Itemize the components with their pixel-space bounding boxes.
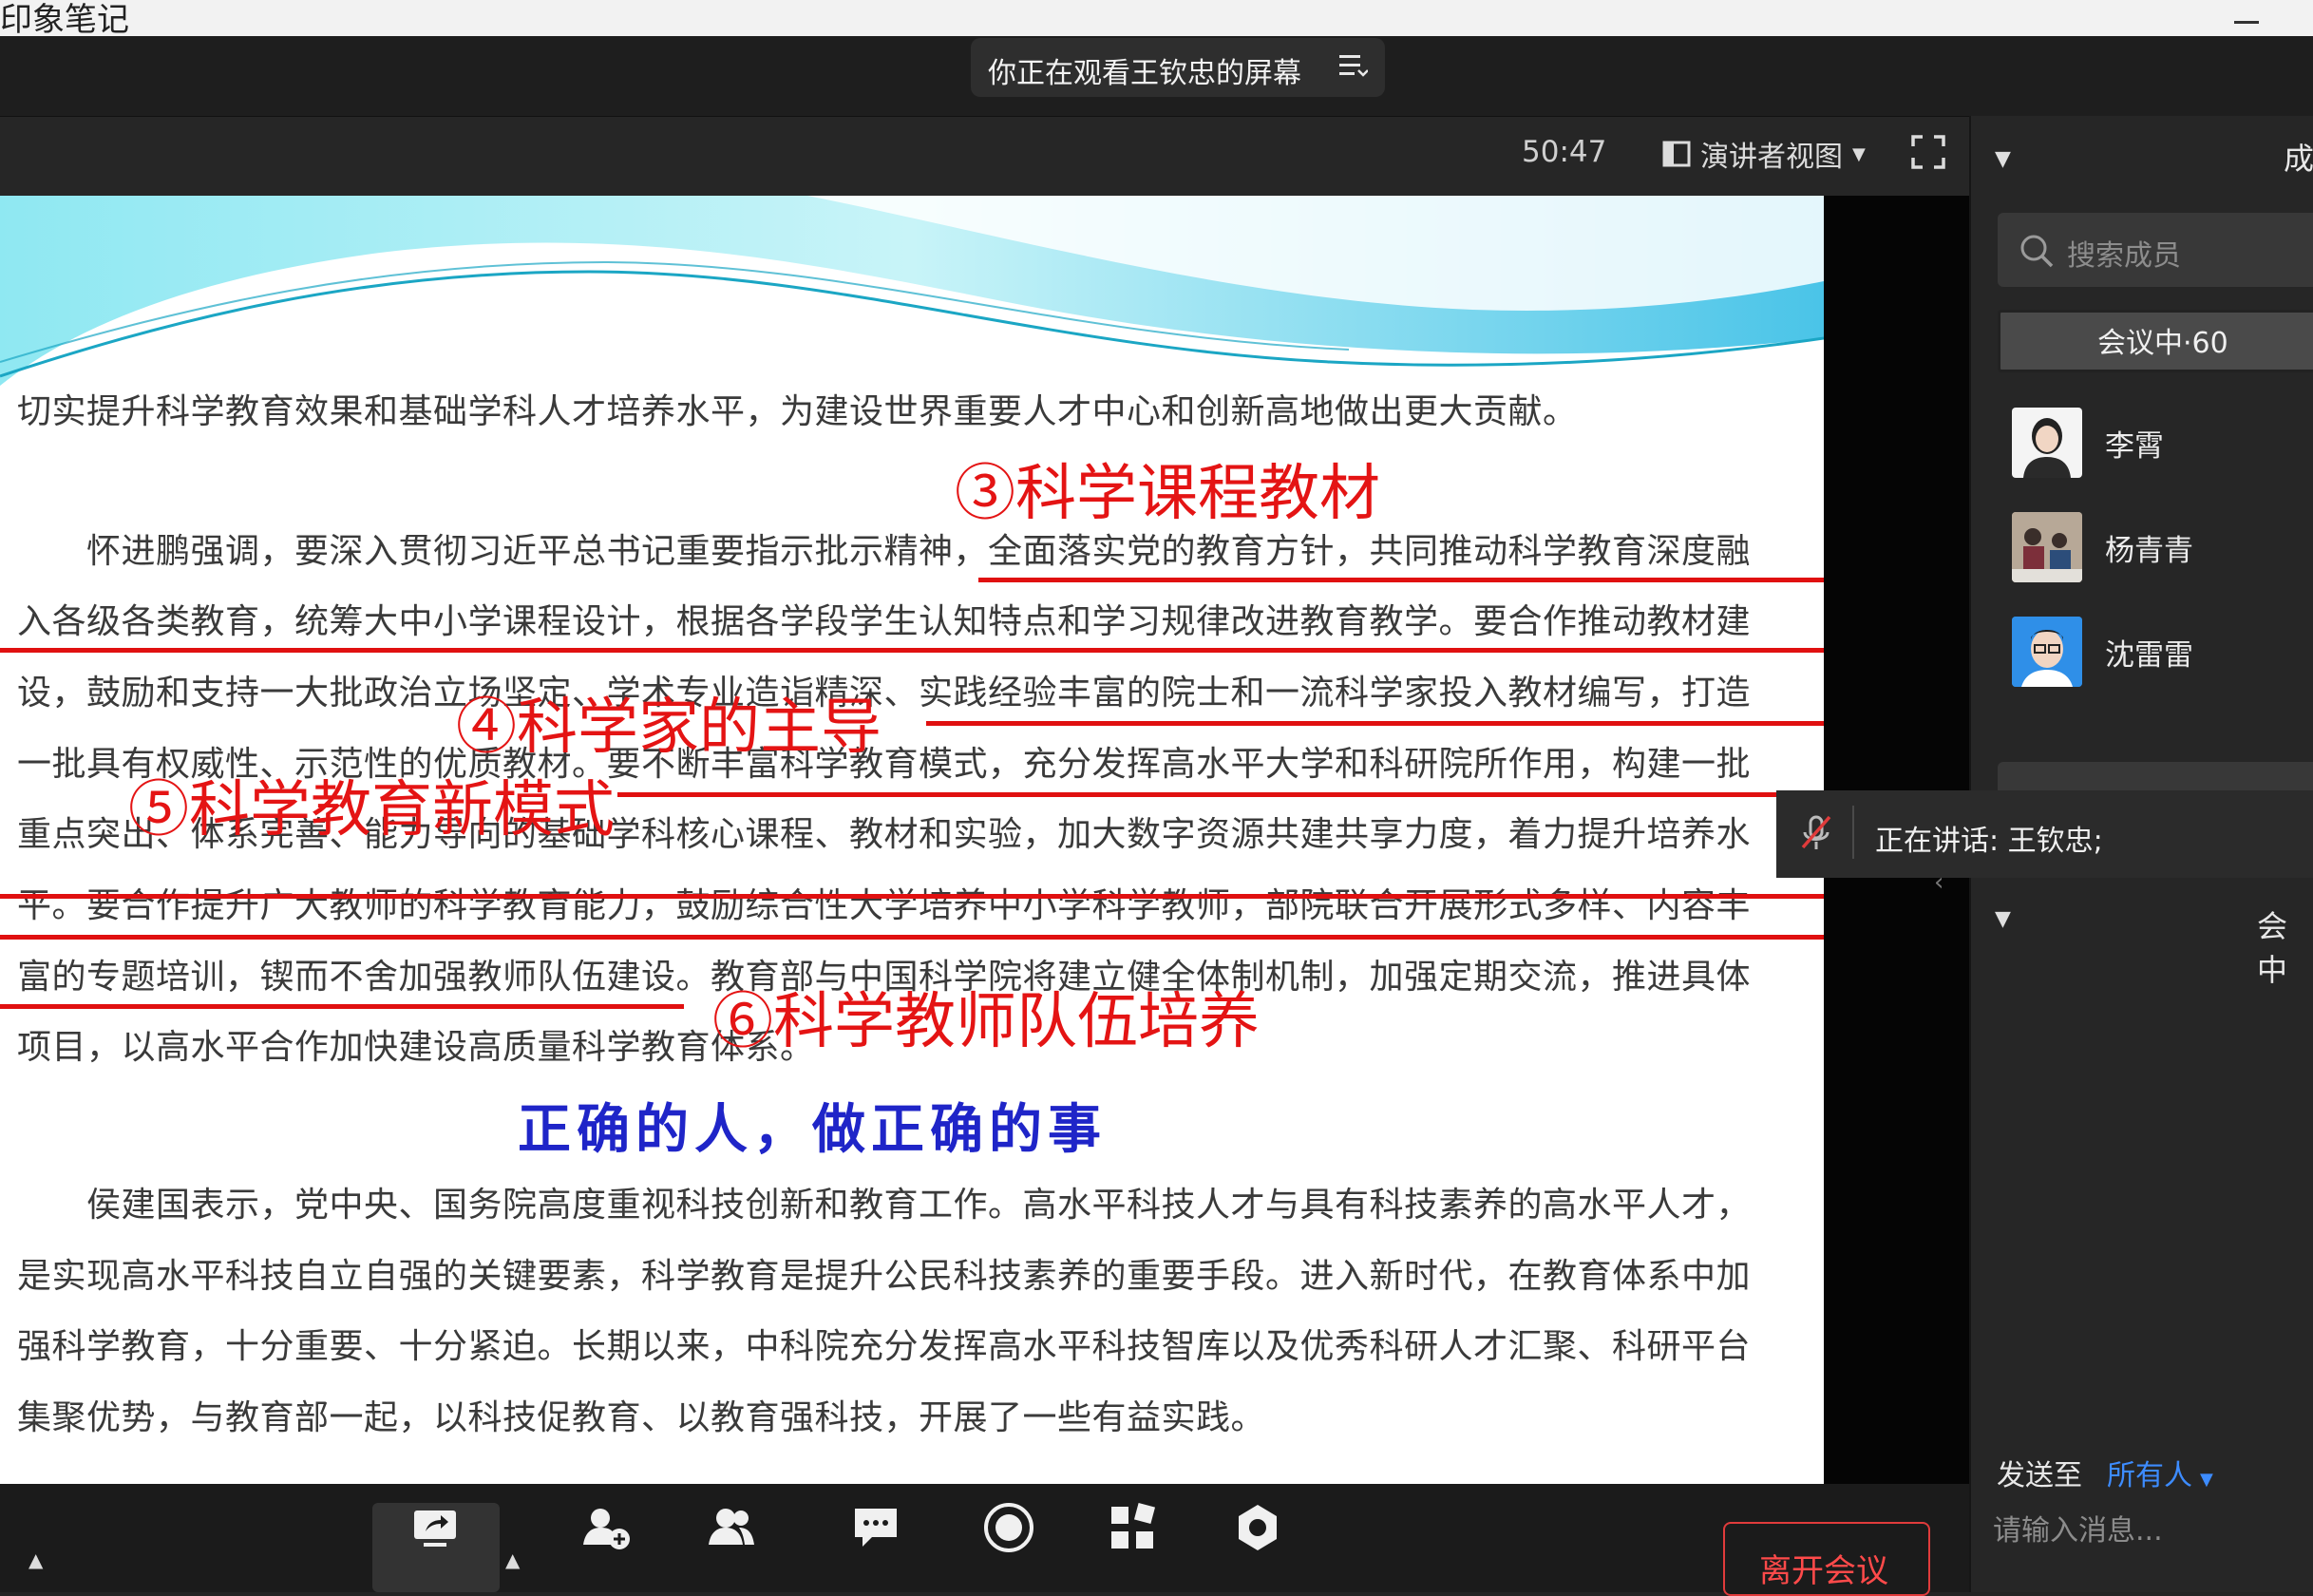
annotation-text: ③科学课程教材: [955, 459, 1380, 529]
slide-wave-decoration: [0, 196, 1824, 386]
slide-text-line: 入各级各类教育，统筹大中小学课程设计，根据各学段学生认知特点和学习规律改进教育教…: [17, 602, 1752, 641]
tab-in-meeting-label: 会议中·60: [2097, 327, 2228, 360]
slide-text-line: 是实现高水平科技自立自强的关键要素，科学教育是提升公民科技素养的重要手段。进入新…: [17, 1257, 1752, 1296]
invite-button[interactable]: [549, 1501, 663, 1592]
slide-text-line: 怀进鹏强调，要深入贯彻习近平总书记重要指示批示精神，全面落实党的教育方针，共同推…: [17, 532, 1752, 571]
shared-slide: 切实提升科学教育效果和基础学科人才培养水平，为建设世界重要人才中心和创新高地做出…: [0, 196, 1824, 1484]
send-target-label: 所有人: [2107, 1459, 2192, 1492]
send-to-label: 发送至: [1997, 1459, 2082, 1492]
annotation-underline: [0, 1004, 684, 1009]
record-button[interactable]: [952, 1501, 1066, 1592]
share-screen-button[interactable]: [378, 1501, 492, 1592]
member-name: 沈雷雷: [2105, 637, 2193, 673]
member-name: 杨青青: [2105, 533, 2193, 568]
slide-text-line: 平。要合作提升广大教师的科学教育能力，鼓励综合性大学培养中小学科学教师，部院联合…: [17, 886, 1752, 925]
collapse-caret-icon[interactable]: ▼: [1995, 147, 2011, 171]
panel-title: 成: [2284, 141, 2313, 177]
record-icon: [984, 1503, 1033, 1552]
slide-text-line: 强科学教育，十分重要、十分紧迫。长期以来，中科院充分发挥高水平科技智库以及优秀科…: [17, 1327, 1752, 1366]
meeting-timer: 50:47: [1522, 135, 1607, 169]
divider: [1852, 806, 1854, 859]
members-icon: [709, 1509, 754, 1545]
annotation-text: ⑥科学教师队伍培养: [712, 987, 1260, 1057]
annotation-underline: [926, 721, 1824, 726]
speaker-view-icon: [1662, 141, 1691, 167]
collapse-caret-icon[interactable]: ▼: [1995, 907, 2011, 931]
window-titlebar: [0, 0, 2313, 36]
chat-button[interactable]: [819, 1501, 933, 1592]
chevron-up-icon[interactable]: ▲: [28, 1548, 43, 1571]
chat-input[interactable]: 请输入消息...: [1993, 1507, 2163, 1548]
avatar: [2012, 408, 2082, 478]
chat-icon: [855, 1509, 897, 1547]
annotation-underline: [0, 648, 1824, 653]
speaking-text: 正在讲话: 王钦忠;: [1875, 825, 2103, 858]
minimize-button[interactable]: [2234, 21, 2259, 24]
members-button[interactable]: [674, 1501, 788, 1592]
share-screen-icon: [414, 1510, 456, 1547]
search-icon: [2020, 235, 2054, 268]
member-item[interactable]: 杨青青: [2012, 509, 2313, 585]
slide-text-line: 集聚优势，与教育部一起，以科技促教育、以教育强科技，开展了一些有益实践。: [17, 1398, 1266, 1437]
chevron-down-icon: ▼: [1852, 143, 1866, 164]
search-placeholder: 搜索成员: [2067, 239, 2181, 273]
view-mode-label: 演讲者视图: [1700, 141, 1843, 174]
fullscreen-icon[interactable]: [1911, 135, 1945, 169]
member-item[interactable]: 沈雷雷: [2012, 614, 2313, 690]
slide-text-line: 切实提升科学教育效果和基础学科人才培养水平，为建设世界重要人才中心和创新高地做出…: [17, 392, 1578, 431]
muted-mic-icon: [1801, 815, 1831, 849]
annotation-underline: [0, 935, 1824, 940]
chevron-down-icon: ▼: [2200, 1470, 2213, 1490]
annotation-underline: [978, 578, 1824, 582]
annotation-underline: [0, 894, 1824, 899]
annotation-text: ④科学家的主导: [456, 693, 882, 763]
annotation-underline: [617, 792, 1824, 797]
slide-heading: 正确的人，做正确的事: [518, 1098, 1107, 1161]
send-target-dropdown[interactable]: 所有人 ▼: [2107, 1452, 2213, 1493]
leave-meeting-label: 离开会议: [1759, 1552, 1888, 1590]
slide-text-line: 项目，以高水平合作加快建设高质量科学教育体系。: [17, 1028, 815, 1067]
share-banner-text: 你正在观看王钦忠的屏幕: [988, 57, 1301, 90]
member-item[interactable]: 李霄: [2012, 405, 2313, 481]
chevron-left-icon[interactable]: ‹: [1934, 868, 1943, 897]
slide-text-line: 设，鼓励和支持一大批政治立场坚定、学术专业造诣精深、实践经验丰富的院士和一流科学…: [17, 674, 1752, 712]
apps-icon: [1111, 1502, 1156, 1548]
view-mode-dropdown[interactable]: 演讲者视图 ▼: [1662, 133, 1866, 175]
avatar: [2012, 617, 2082, 687]
settings-button[interactable]: [1201, 1501, 1315, 1592]
annotation-text: ⑤科学教育新模式: [128, 775, 615, 846]
app-title: 印象笔记: [0, 1, 129, 39]
chat-section-title: 会中: [2257, 908, 2288, 988]
invite-icon: [583, 1509, 630, 1549]
member-name: 李霄: [2105, 428, 2164, 464]
settings-icon: [1239, 1505, 1277, 1550]
avatar: [2012, 512, 2082, 582]
slide-text-line: 侯建国表示，党中央、国务院高度重视科技创新和教育工作。高水平科技人才与具有科技素…: [17, 1186, 1752, 1225]
apps-button[interactable]: [1075, 1501, 1189, 1592]
banner-menu-icon[interactable]: [1337, 51, 1368, 80]
chevron-up-icon[interactable]: ▲: [505, 1548, 520, 1571]
